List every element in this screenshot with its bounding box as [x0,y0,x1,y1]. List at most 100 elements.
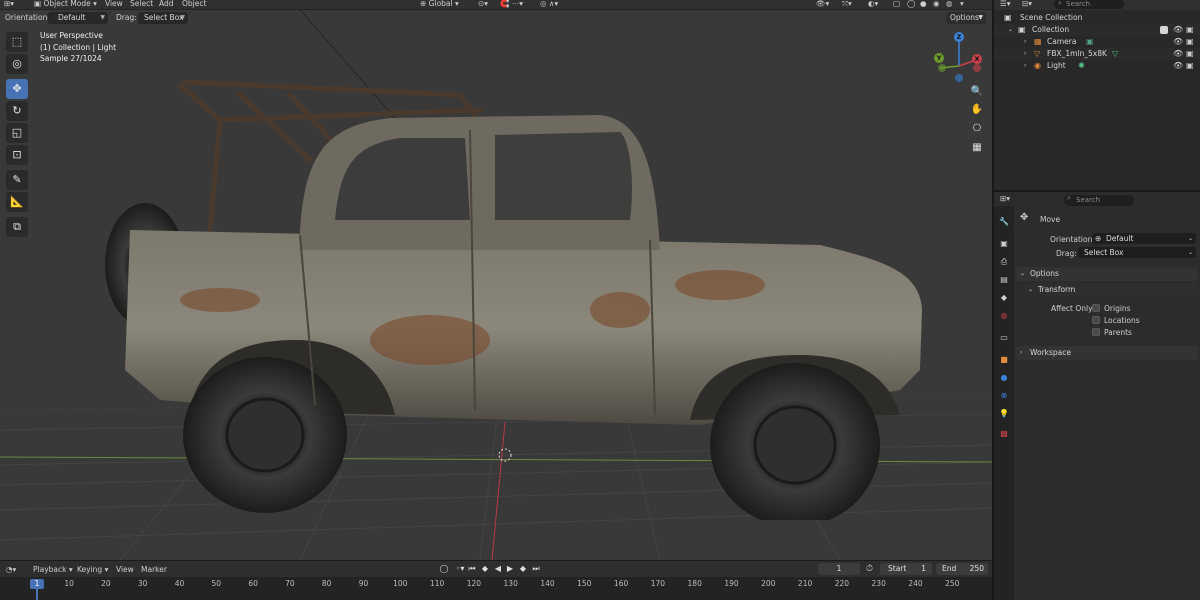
tab-tool[interactable]: 🔧 [998,216,1010,228]
visibility-icon[interactable]: 👁▾ [816,0,829,8]
scale-tool[interactable]: ◱ [6,123,28,143]
pan-button[interactable]: ✋ [969,102,985,118]
shading-material-icon[interactable]: ◉ [933,0,940,8]
menu-playback[interactable]: Playback ▾ [33,565,73,574]
camera-render-icon[interactable]: ▣ [1186,36,1194,48]
eye-icon[interactable]: 👁 [1173,60,1183,72]
tab-collection[interactable]: ▭ [998,332,1010,344]
camera-view-button[interactable]: ⎔ [969,121,985,137]
current-frame-field[interactable]: 1 [818,563,860,575]
tab-texture[interactable]: ▩ [998,428,1010,440]
transform-orientation[interactable]: ⊕ Global ▾ [420,0,459,8]
tab-physics[interactable]: ● [998,372,1010,384]
end-frame-field[interactable]: End 250 [936,563,988,575]
menu-marker[interactable]: Marker [141,565,167,574]
annotate-tool[interactable]: ✎ [6,170,28,190]
shading-options-icon[interactable]: ▾ [960,0,964,8]
options-panel-header[interactable]: ⌄ Options [1016,267,1198,281]
measure-tool[interactable]: 📐 [6,192,28,212]
origins-checkbox[interactable] [1092,304,1100,312]
orientation-field[interactable]: ⊕ Default ⌄ [1092,233,1196,244]
tab-output[interactable]: ⎙ [998,256,1010,268]
xray-icon[interactable]: ▢ [893,0,900,8]
shading-solid-icon[interactable]: ● [920,0,927,8]
transform-tool[interactable]: ⊡ [6,145,28,165]
menu-object[interactable]: Object [182,0,206,8]
gizmo-toggle-icon[interactable]: ⤧▾ [842,0,852,9]
camera-render-icon[interactable]: ▣ [1186,48,1194,60]
mesh-data-icon[interactable]: ▽ [1112,48,1118,60]
eye-icon[interactable]: 👁 [1173,24,1183,36]
menu-add[interactable]: Add [159,0,174,8]
stopwatch-icon[interactable]: ⏱ [866,564,873,574]
outliner-item-fbx[interactable]: › ▽ FBX_1mln_5x8K ▽ 👁 ▣ [994,48,1200,60]
gizmo-x-axis[interactable]: X [972,54,982,64]
snap-icon[interactable]: 🧲 ⋯▾ [500,0,523,8]
outliner-item-camera[interactable]: › ▦ Camera ▣ 👁 ▣ [994,36,1200,48]
chevron-down-icon[interactable]: ⌄ [1008,24,1013,36]
transform-subpanel-header[interactable]: ⌄ Transform [1024,283,1198,297]
menu-view[interactable]: View [105,0,123,8]
timeline[interactable]: ◔▾ Playback ▾ Keying ▾ View Marker ◯ ◦▾ … [0,560,992,600]
move-tool[interactable]: ✥ [6,79,28,99]
3d-viewport[interactable]: Orientation: Default ▼ Drag: Select Box … [0,10,992,560]
menu-select[interactable]: Select [130,0,153,8]
vehicle-model[interactable] [100,70,950,520]
chevron-right-icon[interactable]: › [1024,36,1026,48]
collection-checkbox[interactable] [1160,26,1168,34]
mode-selector[interactable]: ▣ Object Mode ▾ [34,0,97,8]
jump-end-icon[interactable]: ⏭ [530,564,542,574]
editor-type-icon[interactable]: ⊞▾ [4,0,14,8]
keying-set-icon[interactable]: ◦▾ [454,564,466,573]
next-keyframe-icon[interactable]: ◆ [517,564,529,573]
filter-icon[interactable]: ⊟▾ [1022,0,1032,8]
eye-icon[interactable]: 👁 [1173,48,1183,60]
light-data-icon[interactable]: ✺ [1078,60,1085,72]
properties-editor[interactable]: ⊞▾ Search ⌕ 🔧 ▣ ⎙ ▤ ◆ ◍ ▭ ■ ● ⊗ 💡 ▩ ✥ Mo… [994,190,1200,600]
eye-icon[interactable]: 👁 [1173,36,1183,48]
add-cube-tool[interactable]: ⧉ [6,217,28,237]
orientation-dropdown[interactable]: Default ▼ [48,12,108,24]
shading-rendered-icon[interactable]: ◍ [946,0,953,8]
locations-checkbox[interactable] [1092,316,1100,324]
menu-keying[interactable]: Keying ▾ [77,565,108,574]
tab-constraints[interactable]: ⊗ [998,390,1010,402]
outliner[interactable]: ☰▾ ⊟▾ Search ⌕ ▣ Scene Collection ⌄ ▣ Co… [994,0,1200,190]
parents-checkbox[interactable] [1092,328,1100,336]
outliner-item-light[interactable]: › ◉ Light ✺ 👁 ▣ [994,60,1200,72]
tab-object[interactable]: ■ [998,354,1010,366]
perspective-toggle-button[interactable]: ▦ [969,140,985,156]
timeline-editor-icon[interactable]: ◔▾ [6,565,16,574]
select-box-tool[interactable]: ⬚ [6,32,28,52]
gizmo-y-axis[interactable]: Y [934,53,944,63]
options-button[interactable]: Options ▼ [946,12,986,24]
frame-ruler[interactable]: 1102030405060708090100110120130140150160… [0,577,992,600]
proportional-edit-icon[interactable]: ◎ ∧▾ [540,0,558,8]
collection-row[interactable]: ⌄ ▣ Collection 👁 ▣ [994,24,1200,36]
drag-field[interactable]: Select Box ⌄ [1078,247,1196,258]
tab-view-layer[interactable]: ▤ [998,274,1010,286]
start-frame-field[interactable]: Start 1 [880,563,932,575]
tab-scene[interactable]: ◆ [998,292,1010,304]
camera-data-icon[interactable]: ▣ [1086,36,1094,48]
playhead[interactable]: 1 [30,579,44,589]
properties-editor-icon[interactable]: ⊞▾ [1000,194,1010,203]
tab-render[interactable]: ▣ [998,238,1010,250]
workspace-panel-header[interactable]: › Workspace [1016,346,1198,360]
jump-start-icon[interactable]: ⏮ [466,564,478,574]
record-icon[interactable]: ◯ [438,564,450,573]
overlay-toggle-icon[interactable]: ◐▾ [868,0,878,8]
drag-dropdown[interactable]: Select Box ▼ [138,12,188,24]
cursor-tool[interactable]: ◎ [6,54,28,74]
pivot-icon[interactable]: ⊙▾ [478,0,488,8]
play-reverse-icon[interactable]: ◀ [492,564,504,573]
play-icon[interactable]: ▶ [504,564,516,573]
tab-world[interactable]: ◍ [998,310,1010,322]
tab-data[interactable]: 💡 [998,408,1010,420]
properties-search-input[interactable]: Search [1064,195,1134,206]
outliner-editor-icon[interactable]: ☰▾ [1000,0,1011,8]
gizmo-z-axis[interactable]: Z [954,32,964,42]
prev-keyframe-icon[interactable]: ◆ [479,564,491,573]
rotate-tool[interactable]: ↻ [6,101,28,121]
zoom-button[interactable]: 🔍 [969,84,985,100]
